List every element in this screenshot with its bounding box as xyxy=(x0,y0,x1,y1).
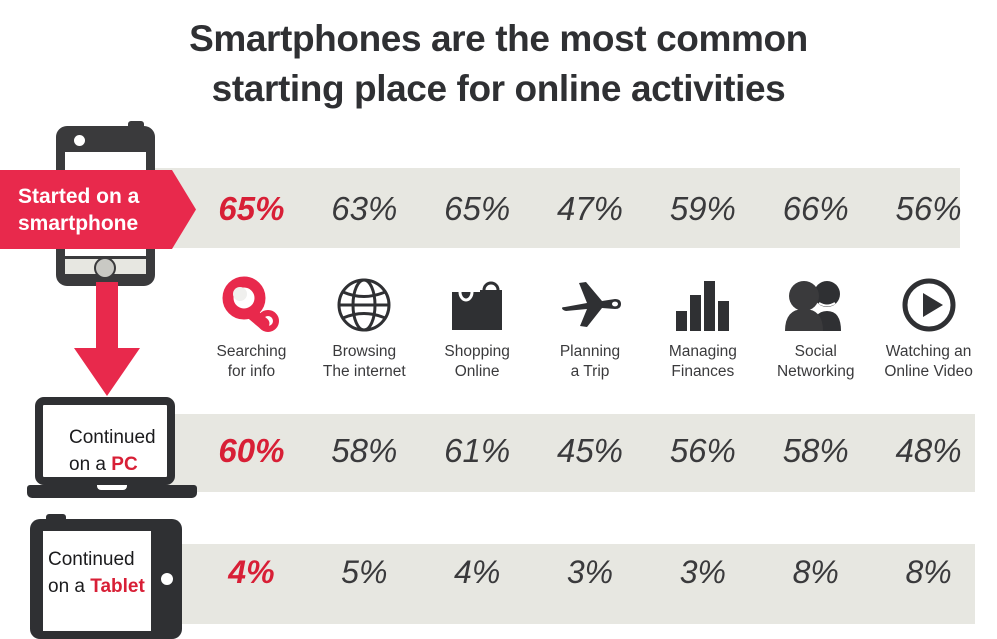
phone-camera-icon xyxy=(74,135,85,146)
activity-label: Social Networking xyxy=(777,342,855,383)
laptop-base xyxy=(27,485,197,498)
activity-item-planning: Planning a Trip xyxy=(534,274,647,383)
tablet-frame: Continued on a Tablet xyxy=(30,519,182,639)
activity-label-line-2: for info xyxy=(227,363,276,381)
tablet-illustration: Continued on a Tablet xyxy=(30,514,182,639)
tablet-home-button xyxy=(161,573,173,585)
activity-label: Planning a Trip xyxy=(560,342,620,383)
tablet-label-accent: Tablet xyxy=(90,575,145,597)
value-cell: 66% xyxy=(782,190,849,227)
laptop-label-line-2: on a PC xyxy=(69,452,184,479)
value-cell: 48% xyxy=(895,432,962,469)
value-cell: 4% xyxy=(228,554,275,590)
play-circle-icon xyxy=(900,274,958,336)
activity-label-line-2: a Trip xyxy=(570,363,610,381)
laptop-label-line-1: Continued xyxy=(69,427,156,448)
value-cell: 56% xyxy=(895,190,962,227)
values-row-tablet: 4% 5% 4% 3% 3% 8% 8% xyxy=(195,554,985,591)
activity-icon-row: Searching for info Browsing The internet… xyxy=(195,274,985,383)
value-cell: 3% xyxy=(679,554,726,590)
laptop-label-accent: PC xyxy=(111,453,138,475)
people-icon xyxy=(783,274,849,336)
banner-label: Started on a smartphone xyxy=(18,184,168,238)
laptop-illustration: Continued on a PC xyxy=(27,397,197,505)
activity-label-line-2: Finances xyxy=(671,363,735,381)
banner-line-2: smartphone xyxy=(18,211,139,235)
value-cell: 45% xyxy=(556,432,624,469)
globe-icon xyxy=(335,274,393,336)
activity-label-line-2: Networking xyxy=(776,363,855,381)
value-cell: 8% xyxy=(792,554,839,590)
activity-label-line-1: Browsing xyxy=(332,343,397,360)
activity-item-browsing: Browsing The internet xyxy=(308,274,421,383)
activity-label-line-2: Online xyxy=(454,363,500,381)
down-arrow-icon xyxy=(72,282,142,400)
value-cell: 4% xyxy=(454,554,501,590)
activity-label: Managing Finances xyxy=(669,342,737,383)
activity-label-line-1: Social xyxy=(794,343,837,360)
bar-chart-icon xyxy=(674,274,732,336)
value-cell: 63% xyxy=(331,190,398,227)
activity-label-line-2: The internet xyxy=(322,363,406,381)
tablet-label-prefix: on a xyxy=(48,575,91,597)
value-cell: 65% xyxy=(218,190,285,227)
laptop-label-prefix: on a xyxy=(69,453,112,475)
activity-item-shopping: Shopping Online xyxy=(421,274,534,383)
value-cell: 58% xyxy=(331,432,398,469)
activity-label-line-2: Online Video xyxy=(884,363,973,381)
magnifier-icon xyxy=(220,274,282,336)
laptop-screen: Continued on a PC xyxy=(35,397,175,485)
value-cell: 60% xyxy=(218,432,285,469)
phone-top-nub xyxy=(128,121,144,129)
tablet-label-line-2: on a Tablet xyxy=(48,574,153,601)
value-cell: 61% xyxy=(444,432,511,469)
started-on-smartphone-banner: Started on a smartphone xyxy=(0,170,196,249)
title-line-2: starting place for online activities xyxy=(211,68,786,110)
values-row-smartphone: 65% 63% 65% 47% 59% 66% 56% xyxy=(195,190,985,228)
shopping-bag-icon xyxy=(446,274,508,336)
activity-label: Watching an Online Video xyxy=(884,342,972,383)
activity-label-line-1: Watching an xyxy=(885,343,972,360)
value-cell: 65% xyxy=(444,190,511,227)
activity-item-social: Social Networking xyxy=(759,274,872,383)
value-cell: 47% xyxy=(556,190,624,227)
value-cell: 5% xyxy=(341,554,388,590)
activity-label-line-1: Shopping xyxy=(444,343,510,360)
banner-line-1: Started on a xyxy=(18,185,140,208)
page-title: Smartphones are the most common starting… xyxy=(0,14,997,115)
activity-label-line-1: Managing xyxy=(668,343,737,360)
activity-item-searching: Searching for info xyxy=(195,274,308,383)
continued-on-tablet-label: Continued on a Tablet xyxy=(48,547,153,601)
continued-on-pc-label: Continued on a PC xyxy=(69,425,184,479)
activity-item-finances: Managing Finances xyxy=(646,274,759,383)
activity-label-line-1: Searching xyxy=(216,343,287,360)
activity-label-line-1: Planning xyxy=(559,343,621,360)
activity-label: Searching for info xyxy=(217,342,287,383)
activity-label: Browsing The internet xyxy=(323,342,406,383)
value-cell: 56% xyxy=(669,432,736,469)
title-line-1: Smartphones are the most common xyxy=(189,18,808,59)
value-cell: 58% xyxy=(782,432,849,469)
value-cell: 59% xyxy=(669,190,736,227)
activity-label: Shopping Online xyxy=(444,342,510,383)
values-row-pc: 60% 58% 61% 45% 56% 58% 48% xyxy=(195,432,985,470)
value-cell: 8% xyxy=(905,554,952,590)
tablet-label-line-1: Continued xyxy=(48,549,135,570)
phone-home-button xyxy=(94,257,116,279)
value-cell: 3% xyxy=(566,554,614,590)
airplane-icon xyxy=(557,274,623,336)
infographic-canvas: Smartphones are the most common starting… xyxy=(0,0,997,639)
activity-item-video: Watching an Online Video xyxy=(872,274,985,383)
